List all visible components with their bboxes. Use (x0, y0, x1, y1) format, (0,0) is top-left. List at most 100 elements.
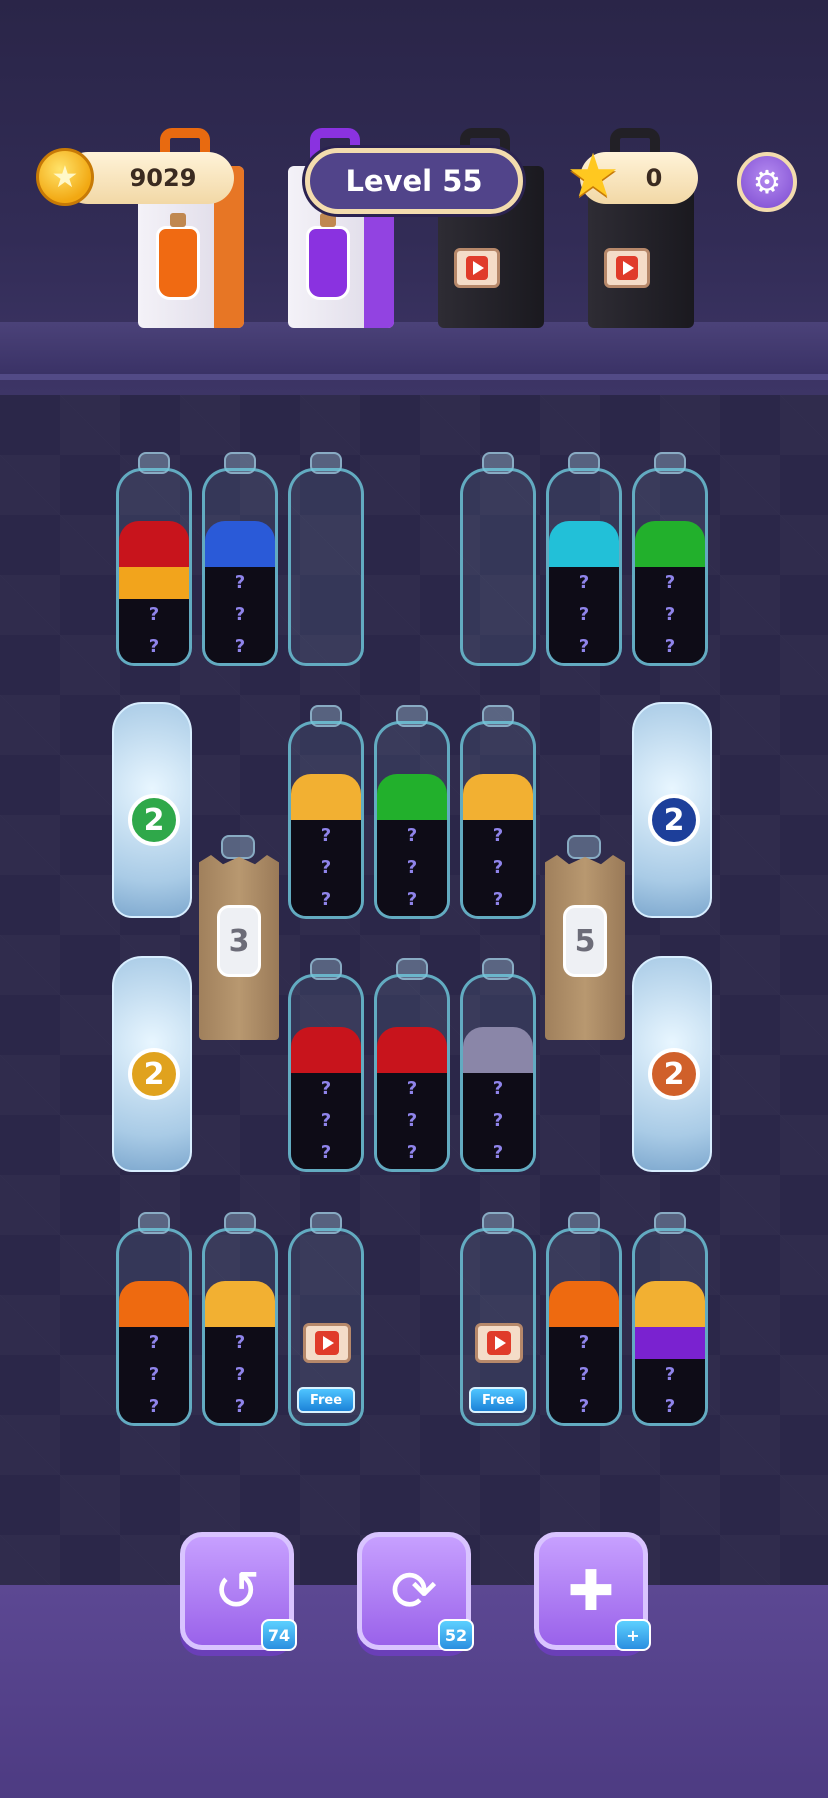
frozen-tube[interactable]: 2 (632, 956, 712, 1172)
hidden-marker: ? (492, 1110, 504, 1131)
settings-button[interactable]: ⚙ (737, 152, 797, 212)
hidden-layer: ? (549, 599, 619, 632)
liquid-layer-gray (463, 1027, 533, 1074)
bottle-tube[interactable]: ??? (202, 452, 278, 666)
video-play-icon (604, 248, 650, 288)
bottle-tube[interactable]: ??? (632, 452, 708, 666)
hidden-layer: ? (549, 1327, 619, 1360)
hidden-layer: ? (635, 1359, 705, 1392)
liquid-layer-yellow (635, 1281, 705, 1328)
hidden-marker: ? (406, 1142, 418, 1163)
hidden-marker: ? (234, 1332, 246, 1353)
hidden-layer: ? (377, 852, 447, 885)
bottle-tube[interactable] (288, 452, 364, 666)
locked-tube[interactable]: Free (460, 1212, 536, 1426)
liquid-layer-yellow (291, 774, 361, 821)
hidden-marker: ? (234, 604, 246, 625)
liquid-layer-red (119, 521, 189, 568)
bottle-tube[interactable]: ??? (546, 452, 622, 666)
undo-button[interactable]: ↺ 74 (180, 1532, 297, 1651)
hidden-layer: ? (205, 1391, 275, 1423)
bottle-tube[interactable] (460, 452, 536, 666)
add-tube-count: + (615, 1619, 651, 1651)
bottle-tube[interactable]: ??? (202, 1212, 278, 1426)
liquid-layer-blue (205, 521, 275, 568)
hidden-layer: ? (377, 1137, 447, 1169)
hidden-layer: ? (205, 631, 275, 663)
hidden-layer: ? (549, 1391, 619, 1423)
hidden-layer: ? (635, 567, 705, 600)
liquid-layer-orange (119, 1281, 189, 1328)
hidden-marker: ? (148, 1332, 160, 1353)
star-icon: ★ (566, 141, 620, 211)
hidden-marker: ? (578, 572, 590, 593)
hidden-marker: ? (492, 1142, 504, 1163)
bottle-tube[interactable]: ??? (460, 705, 536, 919)
liquid-layer-green (377, 774, 447, 821)
bottle-tube[interactable]: ??? (460, 958, 536, 1172)
hidden-marker: ? (320, 1110, 332, 1131)
bottle-tube[interactable]: ??? (116, 1212, 192, 1426)
free-unlock-button[interactable]: Free (469, 1387, 527, 1413)
liquid-layer-red (291, 1027, 361, 1074)
frozen-count-badge: 2 (648, 794, 700, 846)
hidden-marker: ? (320, 825, 332, 846)
bottle-tube[interactable]: ??? (546, 1212, 622, 1426)
frozen-count-badge: 2 (128, 794, 180, 846)
hidden-layer: ? (291, 820, 361, 853)
hidden-marker: ? (406, 889, 418, 910)
hidden-marker: ? (578, 1396, 590, 1417)
liquid-layer-green (635, 521, 705, 568)
frozen-tube[interactable]: 2 (112, 702, 192, 918)
hidden-marker: ? (664, 572, 676, 593)
frozen-tube[interactable]: 2 (112, 956, 192, 1172)
hidden-layer: ? (119, 631, 189, 663)
hidden-layer: ? (119, 1327, 189, 1360)
shuffle-count: 52 (438, 1619, 474, 1651)
locked-tube[interactable]: Free (288, 1212, 364, 1426)
liquid-layer-purple (635, 1327, 705, 1360)
sack-count: 5 (563, 905, 607, 977)
hidden-marker: ? (578, 1364, 590, 1385)
frozen-count-badge: 2 (648, 1048, 700, 1100)
hidden-layer: ? (291, 1137, 361, 1169)
hidden-layer: ? (291, 852, 361, 885)
hidden-layer: ? (205, 567, 275, 600)
hidden-layer: ? (463, 1105, 533, 1138)
hidden-marker: ? (664, 604, 676, 625)
hidden-marker: ? (492, 825, 504, 846)
hidden-layer: ? (291, 1073, 361, 1106)
bottle-tube[interactable]: ?? (116, 452, 192, 666)
bottle-tube[interactable]: ?? (632, 1212, 708, 1426)
hidden-marker: ? (320, 1078, 332, 1099)
hidden-layer: ? (549, 567, 619, 600)
bottle-tube[interactable]: ??? (374, 705, 450, 919)
hidden-layer: ? (549, 1359, 619, 1392)
orange-bottle-icon (156, 213, 200, 300)
frozen-tube[interactable]: 2 (632, 702, 712, 918)
shuffle-button[interactable]: ⟳ 52 (357, 1532, 474, 1651)
hidden-layer: ? (635, 1391, 705, 1423)
coin-count: 9029 (129, 164, 197, 192)
hidden-marker: ? (148, 604, 160, 625)
add-tube-icon: ✚ (567, 1558, 615, 1624)
bottle-tube[interactable]: ??? (288, 705, 364, 919)
hidden-marker: ? (492, 1078, 504, 1099)
star-count: 0 (645, 164, 663, 192)
liquid-layer-orange-yellow (119, 567, 189, 600)
hidden-layer: ? (377, 820, 447, 853)
hidden-marker: ? (320, 1142, 332, 1163)
star-coin-icon: ★ (36, 148, 94, 206)
video-play-icon (454, 248, 500, 288)
add-tube-button[interactable]: ✚ + (534, 1532, 651, 1651)
bottle-tube[interactable]: ??? (374, 958, 450, 1172)
hidden-marker: ? (148, 1396, 160, 1417)
paper-sack-tube[interactable]: 5 (545, 835, 625, 1040)
undo-count: 74 (261, 1619, 297, 1651)
hidden-marker: ? (664, 1396, 676, 1417)
paper-sack-tube[interactable]: 3 (199, 835, 279, 1040)
bottle-tube[interactable]: ??? (288, 958, 364, 1172)
free-unlock-button[interactable]: Free (297, 1387, 355, 1413)
hidden-marker: ? (234, 1396, 246, 1417)
hidden-layer: ? (377, 1105, 447, 1138)
